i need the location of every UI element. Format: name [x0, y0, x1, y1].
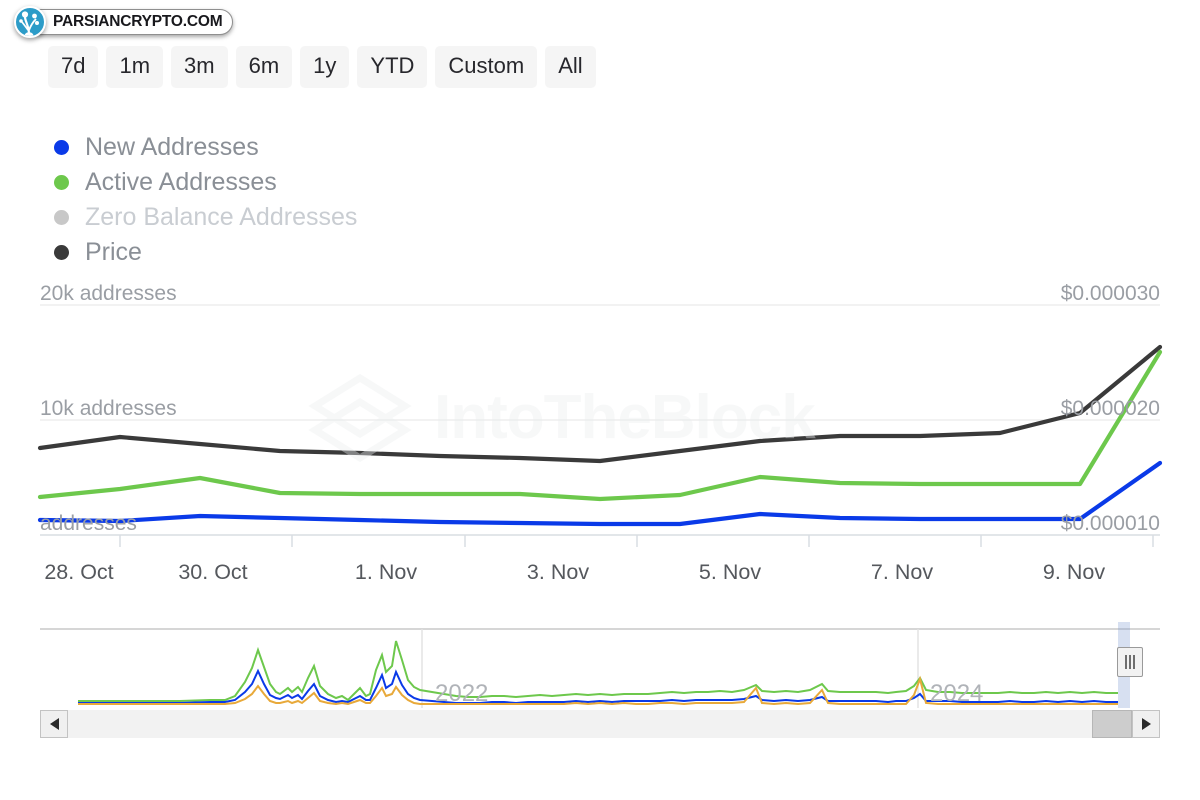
x-axis-tick-4: 5. Nov	[698, 560, 762, 584]
chart-legend: New Addresses Active Addresses Zero Bala…	[54, 130, 794, 270]
y-axis-right-tick-30: $0.000030	[1060, 282, 1160, 305]
range-selector: 7d 1m 3m 6m 1y YTD Custom All	[48, 46, 596, 88]
legend-label-new-addresses: New Addresses	[85, 133, 259, 161]
x-axis-tick-2: 1. Nov	[354, 560, 418, 584]
legend-dot-icon-active-addresses	[54, 175, 69, 190]
y-axis-right-tick-10: $0.000010	[1060, 512, 1160, 535]
legend-item-zero-balance-addresses[interactable]: Zero Balance Addresses	[54, 200, 454, 235]
range-button-6m[interactable]: 6m	[235, 46, 293, 88]
legend-label-active-addresses: Active Addresses	[85, 168, 277, 196]
range-button-ytd[interactable]: YTD	[357, 46, 428, 88]
x-axis-tick-6: 9. Nov	[1042, 560, 1106, 584]
y-axis-left-tick-0: addresses	[40, 512, 137, 535]
y-axis-left-tick-20k: 20k addresses	[40, 282, 177, 305]
scrollbar-thumb[interactable]	[1092, 710, 1132, 738]
navigator-year-label-2024: 2024	[930, 680, 984, 707]
site-watermark-text: PARSIANCRYPTO.COM	[53, 13, 223, 30]
legend-dot-icon-price	[54, 245, 69, 260]
y-axis-right-tick-20: $0.000020	[1060, 397, 1160, 420]
scroll-right-button[interactable]	[1132, 710, 1160, 738]
chart-navigator[interactable]: 2022 2024	[40, 622, 1160, 708]
x-axis-tick-3: 3. Nov	[526, 560, 590, 584]
range-button-1y[interactable]: 1y	[300, 46, 350, 88]
legend-dot-icon-new-addresses	[54, 140, 69, 155]
navigator-grip-handle-icon[interactable]	[1117, 647, 1143, 677]
range-button-1m[interactable]: 1m	[106, 46, 164, 88]
scroll-left-arrow-icon	[49, 718, 59, 730]
navigator-year-label-2022: 2022	[435, 680, 489, 707]
range-button-custom[interactable]: Custom	[435, 46, 538, 88]
range-button-3m[interactable]: 3m	[171, 46, 228, 88]
range-button-7d[interactable]: 7d	[48, 46, 99, 88]
navigator-scrollbar[interactable]	[40, 710, 1160, 738]
main-chart-plot[interactable]: 20k addresses 10k addresses addresses $0…	[0, 265, 1200, 555]
legend-item-new-addresses[interactable]: New Addresses	[54, 130, 454, 165]
x-axis: 28. Oct 30. Oct 1. Nov 3. Nov 5. Nov 7. …	[0, 552, 1200, 588]
scroll-right-arrow-icon	[1141, 718, 1151, 730]
chart-page: PARSIANCRYPTO.COM 7d 1m 3m 6m 1y YTD Cus…	[0, 0, 1200, 800]
range-button-all[interactable]: All	[545, 46, 596, 88]
parsiancrypto-logo-icon	[14, 6, 46, 38]
x-axis-tick-1: 30. Oct	[178, 560, 248, 584]
x-axis-tick-0: 28. Oct	[44, 560, 114, 584]
x-axis-tick-5: 7. Nov	[870, 560, 934, 584]
y-axis-left-tick-10k: 10k addresses	[40, 397, 177, 420]
legend-item-active-addresses[interactable]: Active Addresses	[54, 165, 454, 200]
site-watermark-pill: PARSIANCRYPTO.COM	[28, 9, 234, 35]
legend-dot-icon-zero-balance-addresses	[54, 210, 69, 225]
scrollbar-track[interactable]	[68, 710, 1132, 738]
legend-label-zero-balance-addresses: Zero Balance Addresses	[85, 203, 358, 231]
legend-label-price: Price	[85, 238, 142, 266]
scroll-left-button[interactable]	[40, 710, 68, 738]
